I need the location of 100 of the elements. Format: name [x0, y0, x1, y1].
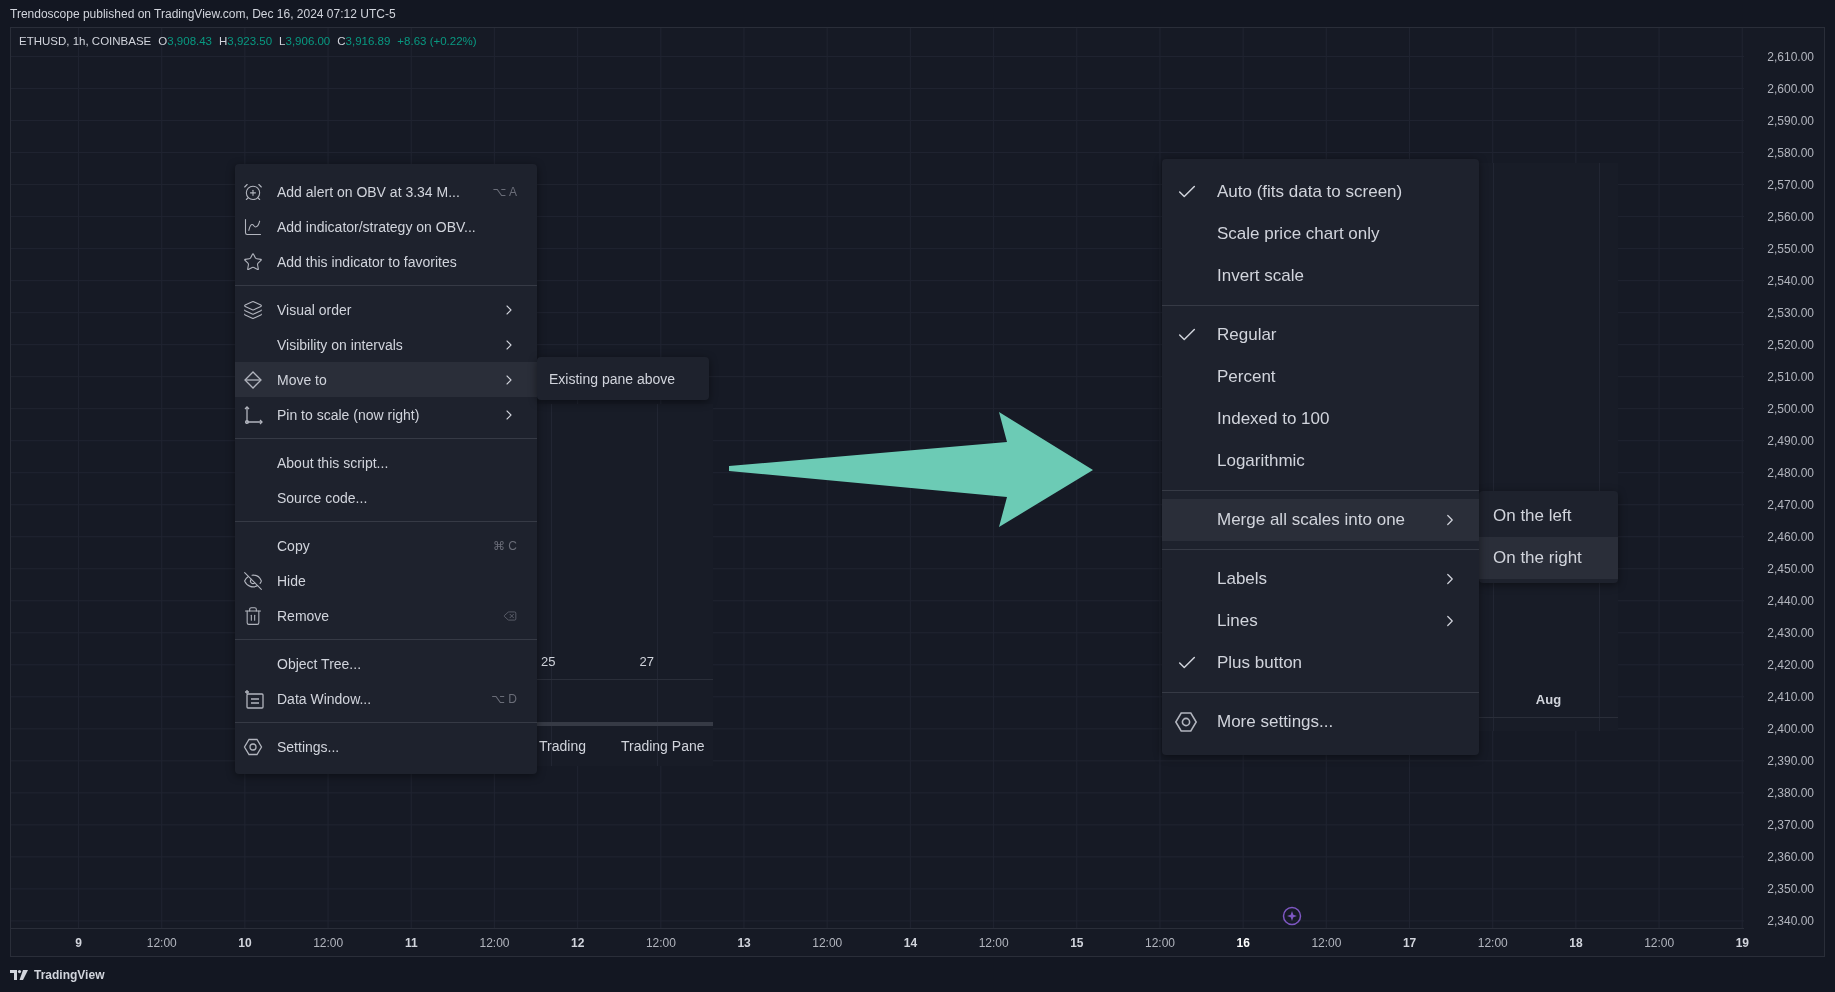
shortcut-text: ⌘ C [493, 538, 517, 553]
backspace-icon [503, 608, 517, 623]
price-label: 2,540.00 [1767, 273, 1814, 291]
price-label: 2,450.00 [1767, 561, 1814, 579]
menu-item[interactable]: Remove [235, 598, 537, 633]
price-label: 2,350.00 [1767, 881, 1814, 899]
menu-item[interactable]: Data Window... ⌥ D [235, 681, 537, 716]
menu-item[interactable]: On the left [1479, 495, 1618, 537]
time-label: 12:00 [1144, 935, 1177, 950]
menu-item[interactable]: Labels [1162, 558, 1479, 600]
date-label: Aug [1535, 691, 1562, 707]
time-label: 19 [1734, 935, 1750, 950]
time-label: 12:00 [977, 935, 1010, 950]
time-label: 12:00 [312, 935, 345, 950]
menu-item[interactable]: Scale price chart only [1162, 213, 1479, 255]
ohlc-value: C3,916.89 [337, 35, 391, 47]
menu-item[interactable]: Percent [1162, 356, 1479, 398]
price-label: 2,610.00 [1767, 49, 1814, 66]
price-label: 2,370.00 [1767, 817, 1814, 835]
time-label: 14 [902, 935, 919, 950]
logo-icon [10, 969, 28, 980]
move-icon [243, 369, 263, 390]
eye-off-icon [243, 570, 263, 591]
menu-item[interactable]: Pin to scale (now right) [235, 397, 537, 432]
brand-name: TradingView [34, 967, 105, 982]
menu-item[interactable]: Move to [235, 362, 537, 397]
price-label: 2,510.00 [1767, 369, 1814, 387]
layers-icon [243, 299, 263, 320]
menu-item[interactable]: Add alert on OBV at 3.34 M... ⌥ A [235, 174, 537, 209]
menu-item[interactable]: Auto (fits data to screen) [1162, 171, 1479, 213]
menu-item[interactable]: Hide [235, 563, 537, 598]
time-label: 12 [570, 935, 586, 950]
price-label: 2,360.00 [1767, 849, 1814, 867]
time-label: 12:00 [1643, 935, 1676, 950]
star-icon [243, 251, 263, 272]
menu-item[interactable]: Indexed to 100 [1162, 398, 1479, 440]
price-label: 2,340.00 [1767, 913, 1814, 931]
menu-item[interactable]: Visibility on intervals [235, 327, 537, 362]
settings-icon [243, 736, 263, 757]
price-label: 2,550.00 [1767, 241, 1814, 259]
symbol-text: ETHUSD, 1h, COINBASE [19, 35, 152, 47]
change-value: +8.63 (+0.22%) [397, 35, 477, 47]
shortcut-text: ⌥ A [492, 184, 517, 199]
time-label: 18 [1568, 935, 1584, 950]
menu-item[interactable]: Logarithmic [1162, 440, 1479, 482]
trash-icon [243, 605, 263, 626]
time-label: 12:00 [1476, 935, 1509, 950]
ohlc-value: H3,923.50 [219, 35, 273, 47]
time-label: 16 [1235, 935, 1251, 950]
time-label: 15 [1069, 935, 1085, 950]
ohlc-value: O3,908.43 [158, 35, 212, 47]
price-label: 2,500.00 [1767, 401, 1814, 419]
menu-item[interactable]: More settings... [1162, 701, 1479, 743]
menu-item[interactable]: Copy ⌘ C [235, 528, 537, 563]
price-label: 2,390.00 [1767, 753, 1814, 771]
price-label: 2,520.00 [1767, 337, 1814, 355]
menu-item[interactable]: Add this indicator to favorites [235, 244, 537, 279]
menu-item[interactable]: About this script... [235, 445, 537, 480]
menu-item[interactable]: Invert scale [1162, 255, 1479, 297]
price-label: 2,430.00 [1767, 625, 1814, 643]
time-label: 9 [74, 935, 83, 950]
chart-icon [243, 216, 263, 237]
menu-item[interactable]: Source code... [235, 480, 537, 515]
data-window-icon [243, 687, 265, 710]
date-label: 27 [639, 653, 654, 669]
price-label: 2,470.00 [1767, 497, 1814, 515]
time-label: 10 [237, 935, 253, 950]
published-caption: Trendoscope published on TradingView.com, Dec 16, 2024 07:12 UTC-5 [10, 6, 396, 21]
menu-item[interactable]: Add indicator/strategy on OBV... [235, 209, 537, 244]
time-label: 12:00 [478, 935, 511, 950]
price-label: 2,410.00 [1767, 689, 1814, 707]
tab[interactable]: Trading Pane [620, 738, 705, 754]
price-label: 2,600.00 [1767, 81, 1814, 98]
time-label: 12:00 [145, 935, 178, 950]
price-label: 2,590.00 [1767, 113, 1814, 131]
price-label: 2,580.00 [1767, 145, 1814, 163]
price-label: 2,560.00 [1767, 209, 1814, 227]
menu-item[interactable]: Settings... [235, 729, 537, 764]
ohlc-value: L3,906.00 [279, 35, 331, 47]
menu-item[interactable]: Visual order [235, 292, 537, 327]
menu-item[interactable]: Existing pane above [537, 361, 709, 396]
price-label: 2,400.00 [1767, 721, 1814, 739]
price-label: 2,490.00 [1767, 433, 1814, 451]
menu-item[interactable]: Object Tree... [235, 646, 537, 681]
alarm-icon [243, 181, 263, 202]
price-label: 2,380.00 [1767, 785, 1814, 803]
time-label: 12:00 [644, 935, 677, 950]
price-label: 2,570.00 [1767, 177, 1814, 195]
time-label: 12:00 [811, 935, 844, 950]
menu-item[interactable]: On the right [1479, 537, 1618, 579]
menu-item[interactable]: Merge all scales into one [1162, 499, 1479, 541]
sparkle-icon[interactable] [1282, 906, 1302, 926]
time-label: 12:00 [1310, 935, 1343, 950]
menu-item[interactable]: Lines [1162, 600, 1479, 642]
menu-item[interactable]: Plus button [1162, 642, 1479, 684]
tab[interactable]: Trading [539, 738, 586, 754]
price-label: 2,530.00 [1767, 305, 1814, 323]
menu-item[interactable]: Regular [1162, 314, 1479, 356]
time-label: 17 [1401, 935, 1418, 950]
price-label: 2,460.00 [1767, 529, 1814, 547]
